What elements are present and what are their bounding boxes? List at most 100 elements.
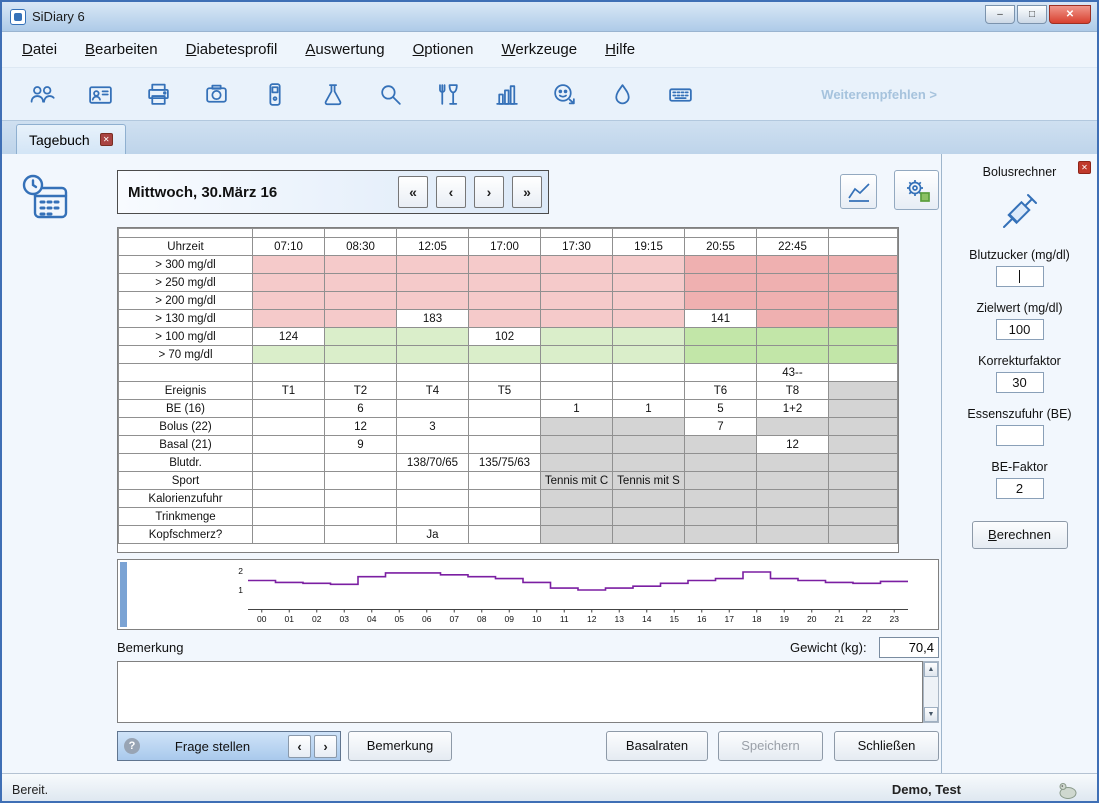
diary-cell[interactable]	[397, 508, 469, 526]
diary-cell[interactable]	[253, 508, 325, 526]
diary-cell[interactable]	[541, 454, 613, 472]
diary-cell[interactable]: 1+2	[757, 400, 829, 418]
diary-cell[interactable]: 102	[469, 328, 541, 346]
diary-cell[interactable]	[325, 256, 397, 274]
diary-cell[interactable]: 183	[397, 310, 469, 328]
diary-cell[interactable]	[829, 274, 898, 292]
diary-cell[interactable]	[685, 292, 757, 310]
diary-cell[interactable]	[469, 364, 541, 382]
diary-cell[interactable]	[613, 229, 685, 238]
diary-cell[interactable]	[253, 274, 325, 292]
diary-cell[interactable]	[253, 454, 325, 472]
search-icon[interactable]	[376, 80, 404, 108]
diary-cell[interactable]	[469, 472, 541, 490]
diary-cell[interactable]	[469, 256, 541, 274]
maximize-button[interactable]: □	[1017, 5, 1047, 24]
diary-cell[interactable]	[253, 418, 325, 436]
diary-cell[interactable]	[613, 364, 685, 382]
be-factor-input[interactable]: 2	[996, 478, 1044, 499]
diary-cell[interactable]: 08:30	[325, 238, 397, 256]
diary-cell[interactable]	[829, 418, 898, 436]
diary-cell[interactable]	[541, 346, 613, 364]
diary-cell[interactable]	[397, 346, 469, 364]
diary-cell[interactable]: T4	[397, 382, 469, 400]
diary-cell[interactable]	[253, 400, 325, 418]
diary-cell[interactable]	[469, 526, 541, 544]
diary-cell[interactable]: 17:00	[469, 238, 541, 256]
save-button[interactable]: Speichern	[718, 731, 823, 761]
trend-chart-button[interactable]	[840, 174, 877, 209]
diary-cell[interactable]	[829, 526, 898, 544]
target-value-input[interactable]: 100	[996, 319, 1044, 340]
remark-textarea[interactable]	[117, 661, 923, 723]
diary-cell[interactable]	[685, 256, 757, 274]
diary-cell[interactable]	[325, 472, 397, 490]
diary-cell[interactable]	[397, 400, 469, 418]
diary-cell[interactable]	[469, 310, 541, 328]
diary-cell[interactable]	[757, 508, 829, 526]
diary-cell[interactable]	[613, 508, 685, 526]
last-day-button[interactable]: »	[512, 176, 542, 208]
diary-cell[interactable]	[253, 229, 325, 238]
previous-day-button[interactable]: ‹	[436, 176, 466, 208]
diary-cell[interactable]	[685, 364, 757, 382]
diary-cell[interactable]: 1	[541, 400, 613, 418]
diary-cell[interactable]	[325, 274, 397, 292]
menu-auswertung[interactable]: Auswertung	[305, 41, 384, 58]
drop-icon[interactable]	[608, 80, 636, 108]
diary-cell[interactable]	[829, 364, 898, 382]
settings-button[interactable]	[894, 170, 939, 210]
diary-cell[interactable]: Ja	[397, 526, 469, 544]
diary-cell[interactable]	[325, 526, 397, 544]
diary-cell[interactable]	[397, 364, 469, 382]
diary-cell[interactable]	[541, 310, 613, 328]
diary-cell[interactable]	[541, 436, 613, 454]
diary-cell[interactable]	[469, 292, 541, 310]
diary-cell[interactable]	[613, 436, 685, 454]
diary-cell[interactable]	[685, 454, 757, 472]
diary-cell[interactable]	[613, 310, 685, 328]
diary-cell[interactable]: T8	[757, 382, 829, 400]
diary-cell[interactable]	[253, 346, 325, 364]
diary-cell[interactable]	[541, 526, 613, 544]
diary-cell[interactable]	[253, 490, 325, 508]
smiley-icon[interactable]	[550, 80, 578, 108]
graph-scroll-strip[interactable]	[120, 562, 127, 627]
diary-cell[interactable]	[325, 490, 397, 508]
diary-cell[interactable]	[613, 526, 685, 544]
diary-cell[interactable]: 43--	[757, 364, 829, 382]
diary-cell[interactable]	[469, 418, 541, 436]
diary-cell[interactable]	[541, 292, 613, 310]
diary-cell[interactable]	[685, 508, 757, 526]
diary-cell[interactable]	[613, 382, 685, 400]
diary-cell[interactable]	[541, 382, 613, 400]
diary-cell[interactable]	[253, 310, 325, 328]
menu-hilfe[interactable]: Hilfe	[605, 41, 635, 58]
diary-cell[interactable]	[613, 256, 685, 274]
diary-cell[interactable]	[613, 274, 685, 292]
diary-cell[interactable]: T2	[325, 382, 397, 400]
ask-question-widget[interactable]: ? Frage stellen ‹ ›	[117, 731, 341, 761]
diary-cell[interactable]: 12	[325, 418, 397, 436]
menu-bearbeiten[interactable]: Bearbeiten	[85, 41, 158, 58]
diary-cell[interactable]	[469, 490, 541, 508]
statistics-icon[interactable]	[492, 80, 520, 108]
diary-cell[interactable]	[757, 229, 829, 238]
blood-sugar-input[interactable]	[996, 266, 1044, 287]
diary-cell[interactable]	[829, 346, 898, 364]
weight-input[interactable]: 70,4	[879, 637, 939, 658]
diary-cell[interactable]: 6	[325, 400, 397, 418]
diary-cell[interactable]	[541, 508, 613, 526]
lab-flask-icon[interactable]	[318, 80, 346, 108]
menu-optionen[interactable]: Optionen	[413, 41, 474, 58]
diary-cell[interactable]: T5	[469, 382, 541, 400]
diary-cell[interactable]	[325, 454, 397, 472]
diary-cell[interactable]	[757, 490, 829, 508]
diary-cell[interactable]	[613, 418, 685, 436]
menu-diabetesprofil[interactable]: Diabetesprofil	[186, 41, 278, 58]
diary-cell[interactable]	[757, 526, 829, 544]
tab-tagebuch[interactable]: Tagebuch ✕	[16, 124, 126, 154]
menu-werkzeuge[interactable]: Werkzeuge	[501, 41, 577, 58]
diary-cell[interactable]	[829, 490, 898, 508]
diary-cell[interactable]	[757, 472, 829, 490]
